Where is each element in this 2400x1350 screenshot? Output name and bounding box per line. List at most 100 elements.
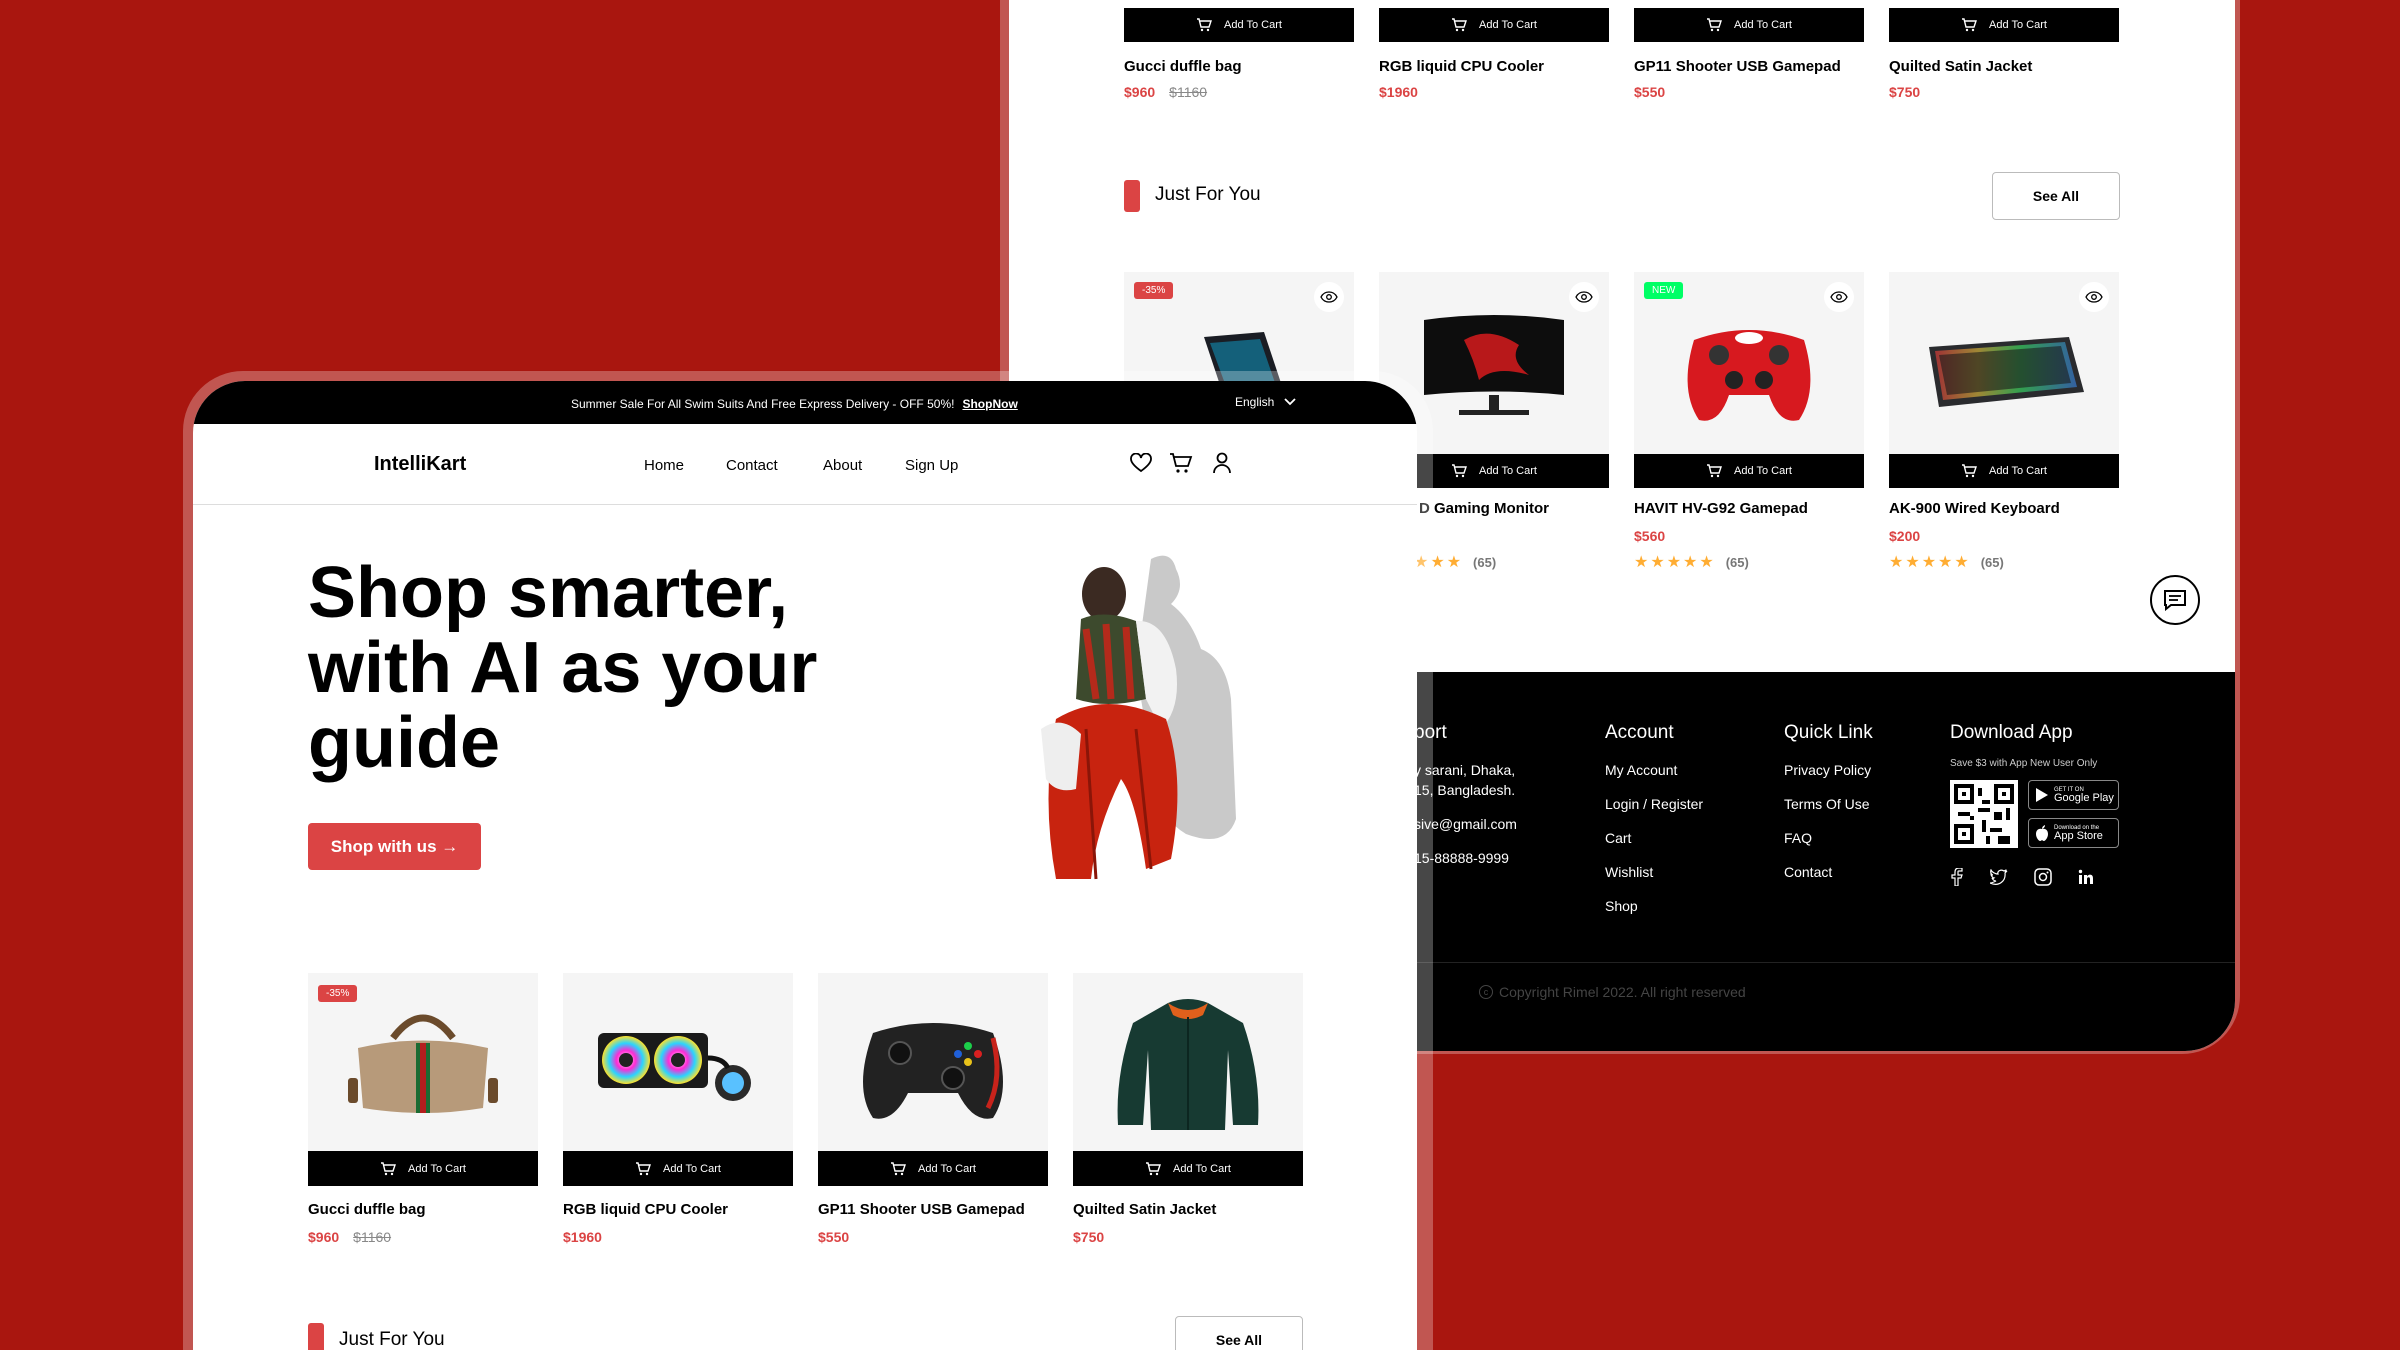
product-old-price: $1160 (1169, 84, 1208, 100)
hero-line-1: Shop smarter, (308, 553, 789, 633)
announcement-content: Summer Sale For All Swim Suits And Free … (571, 397, 1018, 411)
product-price-group: $960 $1160 (308, 1229, 391, 1247)
cart-icon (891, 1161, 907, 1175)
facebook-icon[interactable] (1950, 868, 1964, 886)
add-to-cart-button[interactable]: Add To Cart (1073, 1151, 1303, 1186)
user-icon[interactable] (1212, 452, 1232, 474)
add-to-cart-label: Add To Cart (1989, 19, 2047, 31)
product-card-image[interactable] (1889, 272, 2119, 454)
quick-view-button[interactable] (1824, 282, 1854, 312)
product-name[interactable]: HAVIT HV-G92 Gamepad (1634, 500, 1808, 517)
add-to-cart-button[interactable]: Add To Cart (1889, 454, 2119, 488)
nav-contact[interactable]: Contact (726, 457, 778, 474)
product-name[interactable]: GP11 Shooter USB Gamepad (818, 1201, 1025, 1218)
shop-now-link[interactable]: ShopNow (962, 397, 1017, 411)
product-card-image[interactable]: -35% (308, 973, 538, 1151)
product-name[interactable]: RGB liquid CPU Cooler (563, 1201, 728, 1218)
product-name[interactable]: GP11 Shooter USB Gamepad (1634, 58, 1841, 75)
rating-count: (65) (1473, 554, 1497, 570)
add-to-cart-label: Add To Cart (1173, 1162, 1231, 1175)
add-to-cart-label: Add To Cart (663, 1162, 721, 1175)
google-play-icon (2036, 788, 2048, 802)
cart-icon (1146, 1161, 1162, 1175)
product-name[interactable]: Quilted Satin Jacket (1889, 58, 2032, 75)
copyright: c Copyright Rimel 2022. All right reserv… (1479, 984, 1746, 1000)
footer-link-contact[interactable]: Contact (1784, 864, 1832, 880)
language-selector[interactable]: English (1235, 395, 1296, 409)
product-card-image[interactable] (563, 973, 793, 1151)
see-all-button[interactable]: See All (1992, 172, 2120, 220)
add-to-cart-button[interactable]: Add To Cart (308, 1151, 538, 1186)
heart-icon[interactable] (1130, 453, 1152, 473)
product-name[interactable]: Gucci duffle bag (1124, 58, 1242, 75)
add-to-cart-label: Add To Cart (1224, 19, 1282, 31)
footer-quick-title: Quick Link (1784, 722, 1873, 743)
nav-home[interactable]: Home (644, 457, 684, 474)
front-screen: Summer Sale For All Swim Suits And Free … (193, 381, 1417, 1350)
product-name[interactable]: AK-900 Wired Keyboard (1889, 500, 2060, 517)
chat-button[interactable] (2150, 575, 2200, 625)
product-price: $960 (1124, 84, 1156, 100)
apple-icon (2036, 825, 2048, 841)
add-to-cart-button[interactable]: Add To Cart (1379, 8, 1609, 42)
cart-icon (381, 1161, 397, 1175)
add-to-cart-button[interactable]: Add To Cart (1634, 454, 1864, 488)
see-all-button[interactable]: See All (1175, 1316, 1303, 1350)
eye-icon (1575, 291, 1593, 303)
social-links (1950, 868, 2094, 886)
product-name[interactable]: D Gaming Monitor (1419, 500, 1549, 517)
google-play-label: Google Play (2054, 791, 2114, 804)
product-name[interactable]: Gucci duffle bag (308, 1201, 426, 1218)
shop-with-us-button[interactable]: Shop with us → (308, 823, 481, 870)
add-to-cart-button[interactable]: Add To Cart (563, 1151, 793, 1186)
footer-link-login[interactable]: Login / Register (1605, 796, 1703, 812)
footer-account-title: Account (1605, 722, 1674, 743)
footer-link-terms[interactable]: Terms Of Use (1784, 796, 1870, 812)
footer-link-privacy[interactable]: Privacy Policy (1784, 762, 1871, 778)
app-store-button[interactable]: Download on the App Store (2028, 818, 2119, 848)
announcement-text: Summer Sale For All Swim Suits And Free … (571, 397, 955, 411)
add-to-cart-button[interactable]: Add To Cart (1889, 8, 2119, 42)
header-divider (193, 504, 1417, 505)
hero-heading: Shop smarter, with AI as your guide (308, 556, 817, 781)
google-play-button[interactable]: GET IT ON Google Play (2028, 780, 2119, 810)
nav-sign-up[interactable]: Sign Up (905, 457, 958, 474)
linkedin-icon[interactable] (2078, 869, 2094, 885)
rating: ★★★★★ (65) (1889, 552, 2004, 572)
footer-app-title: Download App (1950, 722, 2073, 743)
nav-about[interactable]: About (823, 457, 862, 474)
product-price: $750 (1889, 84, 1921, 100)
quick-view-button[interactable] (1569, 282, 1599, 312)
cart-icon (1452, 18, 1468, 32)
footer-link-faq[interactable]: FAQ (1784, 830, 1812, 846)
jacket-image (1117, 999, 1259, 1130)
product-card-image[interactable] (1073, 973, 1303, 1151)
language-label: English (1235, 395, 1275, 409)
eye-icon (1320, 291, 1338, 303)
twitter-icon[interactable] (1990, 869, 2008, 885)
quick-view-button[interactable] (1314, 282, 1344, 312)
hero-line-2: with AI as your (308, 628, 818, 708)
footer-link-shop[interactable]: Shop (1605, 898, 1638, 914)
product-card-image[interactable] (818, 973, 1048, 1151)
cart-icon[interactable] (1169, 452, 1193, 474)
product-name[interactable]: RGB liquid CPU Cooler (1379, 58, 1544, 75)
quick-view-button[interactable] (2079, 282, 2109, 312)
copyright-text: Copyright Rimel 2022. All right reserved (1499, 984, 1746, 1000)
product-card-image[interactable]: NEW (1634, 272, 1864, 454)
instagram-icon[interactable] (2034, 868, 2052, 886)
footer-app-subtitle: Save $3 with App New User Only (1950, 758, 2098, 769)
footer-link-my-account[interactable]: My Account (1605, 762, 1677, 778)
product-name[interactable]: Quilted Satin Jacket (1073, 1201, 1216, 1218)
rating-count: (65) (1980, 554, 2004, 570)
add-to-cart-button[interactable]: Add To Cart (1634, 8, 1864, 42)
cart-icon (636, 1161, 652, 1175)
add-to-cart-button[interactable]: Add To Cart (818, 1151, 1048, 1186)
rating-count: (65) (1725, 554, 1749, 570)
add-to-cart-label: Add To Cart (1479, 19, 1537, 31)
logo[interactable]: IntelliKart (374, 453, 466, 476)
footer-link-cart[interactable]: Cart (1605, 830, 1631, 846)
add-to-cart-button[interactable]: Add To Cart (1124, 8, 1354, 42)
footer-link-wishlist[interactable]: Wishlist (1605, 864, 1653, 880)
product-price: $750 (1073, 1229, 1105, 1245)
